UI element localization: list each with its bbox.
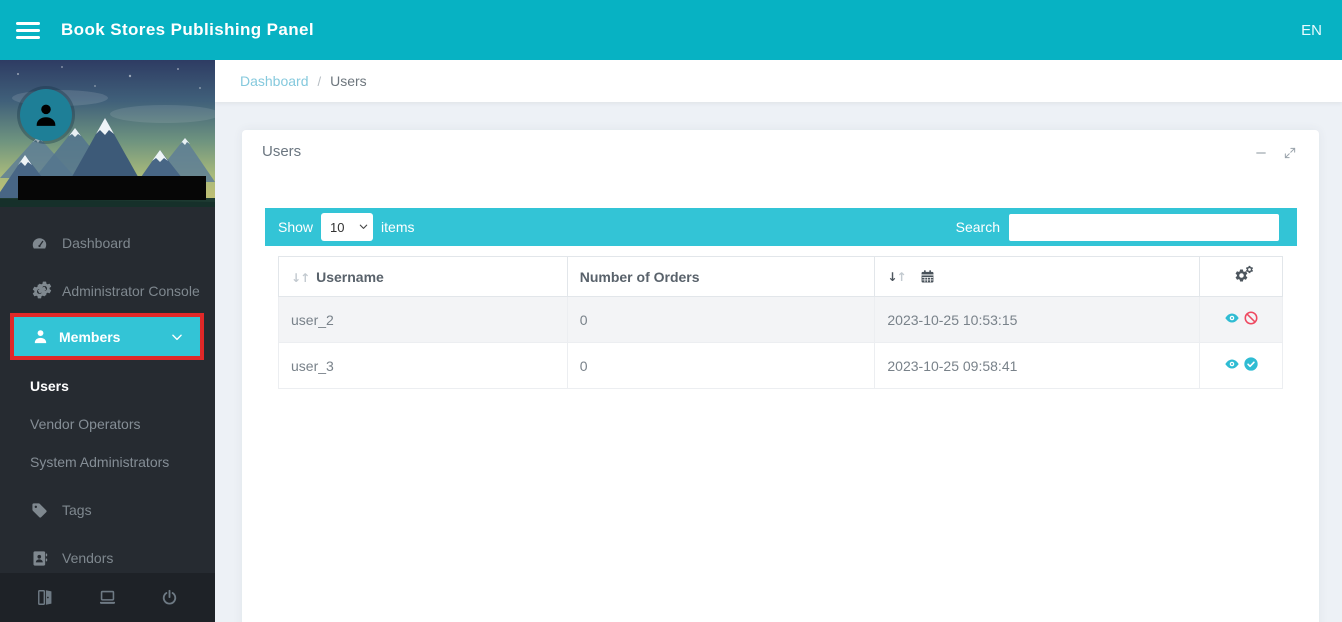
search-control: Search: [956, 214, 1279, 241]
show-label: Show: [278, 219, 313, 235]
column-header-actions: [1200, 257, 1283, 297]
sort-icon: ↓↑: [887, 270, 905, 284]
profile-banner: [0, 60, 215, 207]
cell-actions: [1200, 297, 1283, 343]
address-book-icon: [28, 550, 50, 567]
user-avatar-icon: [32, 101, 60, 129]
sidebar-footer: [0, 573, 215, 622]
sort-icon: ↓↑: [291, 271, 309, 285]
cell-username: user_3: [279, 343, 568, 389]
laptop-icon[interactable]: [98, 588, 117, 607]
chevron-down-icon: [170, 330, 184, 344]
sidebar-item-administrator-console[interactable]: Administrator Console: [28, 278, 207, 304]
card-tools: [1254, 146, 1297, 160]
users-table: ↓↑Username Number of Orders ↓↑: [278, 256, 1283, 389]
table-header-row: ↓↑Username Number of Orders ↓↑: [279, 257, 1283, 297]
items-label: items: [381, 219, 414, 235]
column-header-created-date[interactable]: ↓↑: [875, 257, 1200, 297]
sidebar-item-label: Tags: [62, 502, 92, 518]
sidebar: Dashboard Administrator Console Members …: [0, 60, 215, 622]
sidebar-item-members-active[interactable]: Members: [10, 313, 204, 360]
power-icon[interactable]: [160, 588, 179, 607]
sidebar-item-label: Vendors: [62, 550, 113, 566]
breadcrumb: Dashboard / Users: [215, 60, 1342, 102]
user-icon: [32, 328, 49, 345]
calendar-icon: [920, 269, 935, 284]
sidebar-subitem-users[interactable]: Users: [30, 376, 69, 396]
cell-username: user_2: [279, 297, 568, 343]
sidebar-item-label: Administrator Console: [62, 283, 200, 299]
cogs-icon: [1234, 268, 1249, 283]
cell-actions: [1200, 343, 1283, 389]
tag-icon: [28, 502, 50, 519]
app-title: Book Stores Publishing Panel: [61, 20, 314, 40]
collapse-icon[interactable]: [1254, 146, 1268, 160]
cogs-icon: [28, 283, 50, 300]
sidebar-item-tags[interactable]: Tags: [28, 497, 207, 523]
sidebar-subitem-system-administrators[interactable]: System Administrators: [30, 452, 169, 472]
language-selector[interactable]: EN: [1301, 0, 1322, 60]
search-label: Search: [956, 219, 1000, 235]
door-exit-icon[interactable]: [36, 588, 55, 607]
sidebar-subitem-vendor-operators[interactable]: Vendor Operators: [30, 414, 141, 434]
view-eye-icon[interactable]: [1224, 356, 1240, 372]
column-header-username[interactable]: ↓↑Username: [279, 257, 568, 297]
sidebar-item-dashboard[interactable]: Dashboard: [28, 230, 207, 256]
top-bar: Book Stores Publishing Panel EN: [0, 0, 1342, 60]
redacted-username-bar: [18, 176, 206, 200]
card-title: Users: [262, 143, 301, 160]
search-input[interactable]: [1009, 214, 1279, 241]
view-eye-icon[interactable]: [1224, 310, 1240, 326]
breadcrumb-link-dashboard[interactable]: Dashboard: [240, 73, 309, 89]
cell-created-at: 2023-10-25 09:58:41: [875, 343, 1200, 389]
breadcrumb-current: Users: [330, 73, 367, 89]
user-avatar[interactable]: [20, 89, 72, 141]
cell-orders: 0: [567, 343, 875, 389]
users-card: Users Show 10 items Search: [242, 130, 1319, 622]
hamburger-menu-icon[interactable]: [16, 14, 42, 47]
expand-icon[interactable]: [1283, 146, 1297, 160]
page-size-control: Show 10 items: [278, 213, 414, 241]
page-size-select[interactable]: 10: [321, 213, 373, 241]
cell-orders: 0: [567, 297, 875, 343]
table-row: user_3 0 2023-10-25 09:58:41: [279, 343, 1283, 389]
sidebar-item-vendors[interactable]: Vendors: [28, 545, 207, 571]
table-row: user_2 0 2023-10-25 10:53:15: [279, 297, 1283, 343]
column-header-number-of-orders[interactable]: Number of Orders: [567, 257, 875, 297]
main-content: Users Show 10 items Search: [215, 102, 1342, 622]
sidebar-item-label: Dashboard: [62, 235, 131, 251]
cell-created-at: 2023-10-25 10:53:15: [875, 297, 1200, 343]
tachometer-icon: [28, 235, 50, 252]
datatable-toolbar: Show 10 items Search: [265, 208, 1297, 246]
breadcrumb-separator: /: [318, 74, 322, 89]
sidebar-item-label: Members: [59, 329, 120, 345]
check-circle-icon[interactable]: [1243, 356, 1259, 372]
ban-icon[interactable]: [1243, 310, 1259, 326]
